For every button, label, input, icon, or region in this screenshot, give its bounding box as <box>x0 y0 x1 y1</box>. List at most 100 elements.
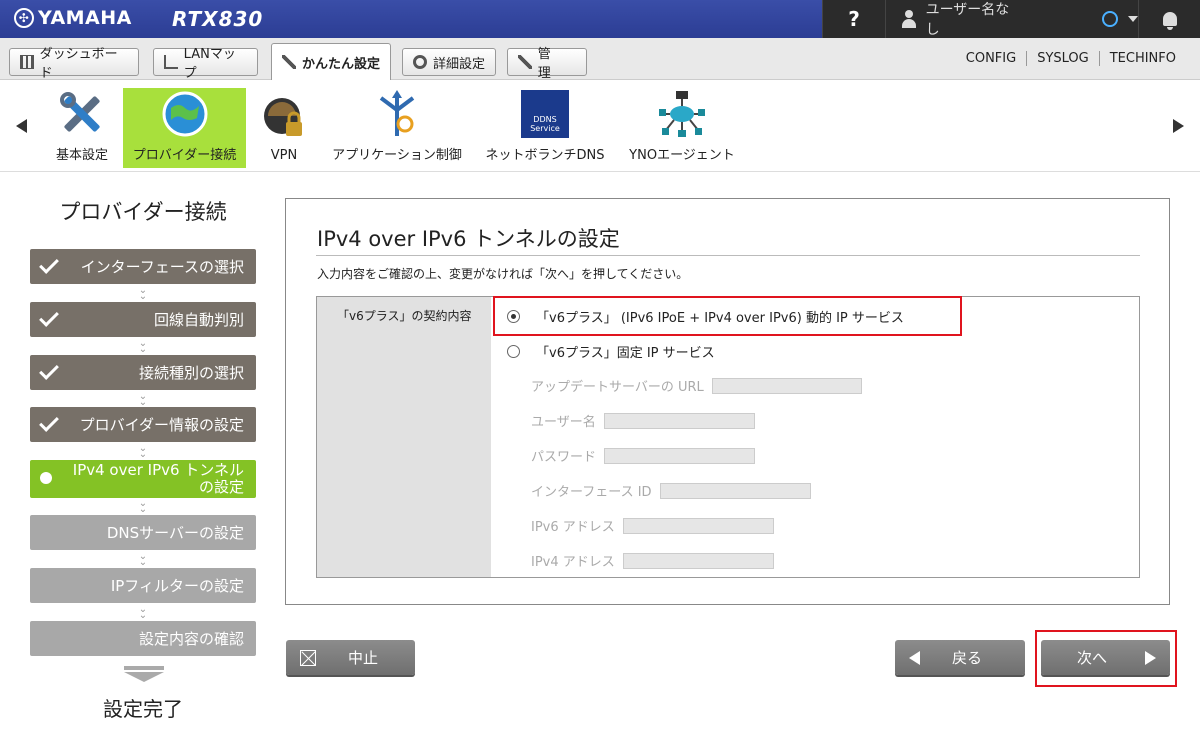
tab-dashboard[interactable]: ダッシュボード <box>9 47 139 81</box>
step-label: 接続種別の選択 <box>138 364 244 382</box>
tab-label: LANマップ <box>183 47 236 81</box>
step-auto-detect: 回線自動判別 <box>30 302 256 337</box>
field-ipv4-address: IPv4 アドレス <box>531 551 774 570</box>
tab-label: ダッシュボード <box>39 47 118 81</box>
tab-lan-map[interactable]: LANマップ <box>153 47 258 81</box>
close-icon <box>300 649 316 666</box>
next-button-highlight <box>1035 630 1177 687</box>
techinfo-link[interactable]: TECHINFO <box>1098 51 1186 66</box>
func-label: アプリケーション制御 <box>332 148 462 163</box>
func-label: YNOエージェント <box>629 148 735 163</box>
chevron-down-icon: ⌄ ⌄ <box>138 285 148 302</box>
user-name: ユーザー名なし <box>925 2 1010 38</box>
user-icon <box>902 10 916 28</box>
radio-unselected[interactable] <box>507 345 520 358</box>
func-yno-agent[interactable]: YNOエージェント <box>626 88 738 168</box>
wand-icon <box>282 55 296 69</box>
tab-management[interactable]: 管 理 <box>507 47 587 81</box>
func-label: VPN <box>270 148 298 163</box>
password-input <box>604 447 756 464</box>
notification-button[interactable] <box>1138 0 1200 38</box>
interface-id-input <box>659 482 811 499</box>
ddns-service-icon: DDNS Service <box>521 90 569 138</box>
page-title: IPv4 over IPv6 トンネルの設定 <box>317 227 620 251</box>
user-menu[interactable]: ユーザー名なし <box>885 0 1138 38</box>
button-label: 中止 <box>348 649 379 667</box>
step-label: インターフェースの選択 <box>80 258 244 276</box>
check-icon <box>39 360 59 380</box>
gear-icon <box>413 55 427 69</box>
step-ipv4-over-ipv6: IPv4 over IPv6 トンネル の設定 <box>30 460 256 498</box>
field-label: アップデートサーバーの URL <box>531 380 704 395</box>
chevron-down-icon: ⌄ ⌄ <box>138 391 148 408</box>
chevron-down-icon: ⌄ ⌄ <box>138 338 148 355</box>
step-connection-type: 接続種別の選択 <box>30 355 256 390</box>
func-netvolante-dns[interactable]: DDNS Service ネットボランチDNS <box>484 88 606 168</box>
top-bar: ✣ YAMAHA RTX830 ? ユーザー名なし <box>0 0 1200 38</box>
yamaha-tuning-fork-icon: ✣ <box>14 8 34 28</box>
func-basic-settings[interactable]: 基本設定 <box>52 88 112 168</box>
field-label: IPv4 アドレス <box>531 555 615 570</box>
func-label: プロバイダー接続 <box>132 148 237 163</box>
field-update-server-url: アップデートサーバーの URL <box>531 376 862 395</box>
tab-label: 詳細設定 <box>433 56 486 72</box>
field-label: インターフェース ID <box>531 485 652 500</box>
field-label: IPv6 アドレス <box>531 520 615 535</box>
step-label: プロバイダー情報の設定 <box>79 416 244 434</box>
top-links: CONFIG SYSLOG TECHINFO <box>956 51 1186 66</box>
option-v6plus-static[interactable]: 「v6プラス」固定 IP サービス <box>507 342 715 361</box>
status-ring-icon <box>1102 11 1118 27</box>
tab-easy-setup[interactable]: かんたん設定 <box>271 43 391 80</box>
step-provider-info: プロバイダー情報の設定 <box>30 407 256 442</box>
scroll-right-icon[interactable] <box>1173 119 1184 133</box>
instruction-text: 入力内容をご確認の上、変更がなければ「次へ」を押してください。 <box>317 267 689 281</box>
tools-icon <box>58 90 106 138</box>
func-provider-connection[interactable]: プロバイダー接続 <box>123 88 246 168</box>
step-ip-filter: IPフィルターの設定 <box>30 568 256 603</box>
config-link[interactable]: CONFIG <box>956 51 1026 66</box>
vpn-lock-icon <box>260 94 308 142</box>
field-username: ユーザー名 <box>531 411 755 430</box>
divider <box>316 255 1140 256</box>
field-password: パスワード <box>531 446 756 465</box>
sidebar-title: プロバイダー接続 <box>59 200 227 224</box>
globe-icon <box>161 90 209 138</box>
field-interface-id: インターフェース ID <box>531 481 811 500</box>
yamaha-logo: ✣ YAMAHA <box>14 7 132 29</box>
func-application-control[interactable]: アプリケーション制御 <box>330 88 464 168</box>
settings-panel: IPv4 over IPv6 トンネルの設定 入力内容をご確認の上、変更がなけれ… <box>285 198 1170 605</box>
step-dns-server: DNSサーバーの設定 <box>30 515 256 550</box>
step-label: 設定内容の確認 <box>138 630 244 648</box>
form-label: 「v6プラス」の契約内容 <box>317 297 491 577</box>
model-name: RTX830 <box>172 7 264 31</box>
field-label: パスワード <box>531 450 597 465</box>
lan-map-icon <box>164 55 178 69</box>
contract-form: 「v6プラス」の契約内容 「v6プラス」 (IPv6 IPoE + IPv4 o… <box>316 296 1140 578</box>
ipv6-address-input <box>622 517 774 534</box>
field-ipv6-address: IPv6 アドレス <box>531 516 774 535</box>
cancel-button[interactable]: 中止 <box>286 640 415 675</box>
down-arrow-icon <box>124 666 164 688</box>
update-server-url-input <box>711 377 862 394</box>
chevron-down-icon: ⌄ ⌄ <box>138 443 148 460</box>
func-vpn[interactable]: VPN <box>258 88 310 168</box>
button-label: 戻る <box>952 649 983 667</box>
arrow-left-icon <box>909 650 920 665</box>
back-button[interactable]: 戻る <box>895 640 1025 675</box>
option-label: 「v6プラス」固定 IP サービス <box>536 346 715 361</box>
step-label: IPv4 over IPv6 トンネル の設定 <box>72 460 244 496</box>
main-tab-bar: ダッシュボード LANマップ かんたん設定 詳細設定 管 理 CONFIG SY… <box>0 38 1200 81</box>
check-icon <box>39 307 59 327</box>
syslog-link[interactable]: SYSLOG <box>1026 51 1099 66</box>
help-button[interactable]: ? <box>822 0 885 38</box>
chevron-down-icon: ⌄ ⌄ <box>138 604 148 621</box>
function-strip: 基本設定 プロバイダー接続 VPN アプリケーション制御 DDNS Servic… <box>0 81 1200 172</box>
step-label: DNSサーバーの設定 <box>106 524 244 542</box>
tab-advanced-settings[interactable]: 詳細設定 <box>402 48 496 76</box>
step-label: 回線自動判別 <box>153 311 244 329</box>
yno-agent-icon <box>658 90 706 138</box>
scroll-left-icon[interactable] <box>16 119 27 133</box>
field-label: ユーザー名 <box>531 415 596 430</box>
tab-label: 管 理 <box>537 47 564 81</box>
step-label: IPフィルターの設定 <box>110 577 244 595</box>
